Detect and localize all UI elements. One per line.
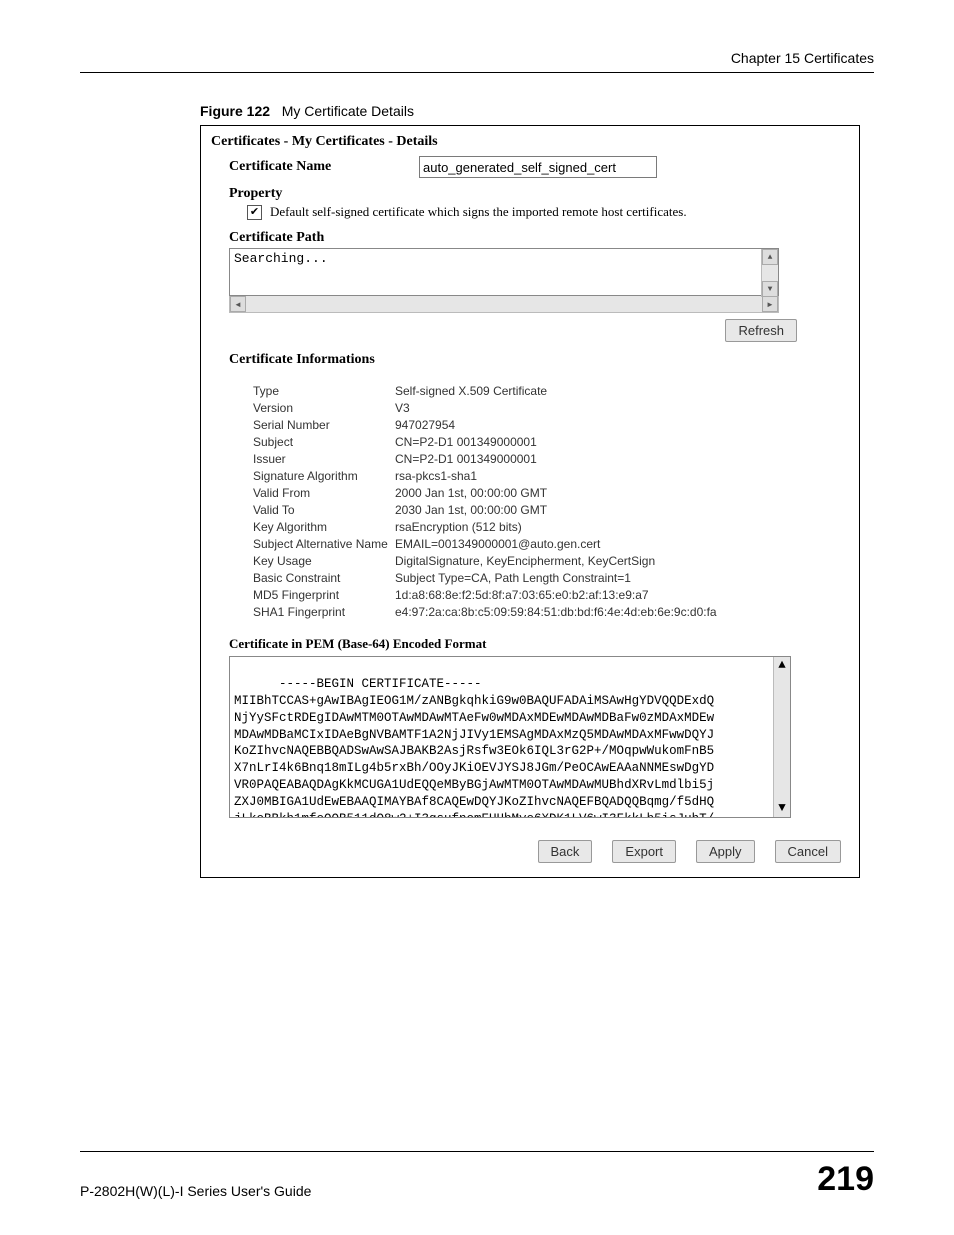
info-subject-value: CN=P2-D1 001349000001 bbox=[395, 435, 717, 450]
info-validto-label: Valid To bbox=[253, 503, 393, 518]
scroll-down-icon[interactable]: ▼ bbox=[778, 800, 786, 817]
info-san-label: Subject Alternative Name bbox=[253, 537, 393, 552]
info-sigalg-label: Signature Algorithm bbox=[253, 469, 393, 484]
property-label: Property bbox=[229, 186, 849, 202]
footer-rule bbox=[80, 1151, 874, 1152]
header-rule bbox=[80, 72, 874, 73]
info-sigalg-value: rsa-pkcs1-sha1 bbox=[395, 469, 717, 484]
info-version-label: Version bbox=[253, 401, 393, 416]
page-number: 219 bbox=[817, 1160, 874, 1199]
info-validfrom-value: 2000 Jan 1st, 00:00:00 GMT bbox=[395, 486, 717, 501]
scroll-right-icon[interactable]: ► bbox=[762, 296, 778, 312]
info-md5-value: 1d:a8:68:8e:f2:5d:8f:a7:03:65:e0:b2:af:1… bbox=[395, 588, 717, 603]
info-type-label: Type bbox=[253, 384, 393, 399]
pem-vertical-scrollbar[interactable]: ▲ ▼ bbox=[773, 657, 790, 817]
figure-caption: Figure 122 My Certificate Details bbox=[200, 103, 874, 119]
certificate-info-table: TypeSelf-signed X.509 Certificate Versio… bbox=[251, 382, 719, 622]
certificate-info-label: Certificate Informations bbox=[229, 352, 849, 368]
figure-number: Figure 122 bbox=[200, 103, 270, 119]
info-sha1-label: SHA1 Fingerprint bbox=[253, 605, 393, 620]
scroll-up-icon[interactable]: ▲ bbox=[762, 249, 778, 265]
window-title: Certificates - My Certificates - Details bbox=[211, 134, 849, 150]
chapter-title: Chapter 15 Certificates bbox=[80, 50, 874, 66]
footer-guide-title: P-2802H(W)(L)-I Series User's Guide bbox=[80, 1183, 311, 1199]
path-vertical-scrollbar[interactable]: ▲ ▼ bbox=[761, 249, 778, 297]
refresh-button[interactable]: Refresh bbox=[725, 319, 797, 342]
default-cert-checkbox[interactable]: ✔ bbox=[247, 205, 262, 220]
info-serial-value: 947027954 bbox=[395, 418, 717, 433]
apply-button[interactable]: Apply bbox=[696, 840, 755, 863]
info-san-value: EMAIL=001349000001@auto.gen.cert bbox=[395, 537, 717, 552]
back-button[interactable]: Back bbox=[538, 840, 593, 863]
certificate-name-input[interactable] bbox=[419, 156, 657, 178]
info-version-value: V3 bbox=[395, 401, 717, 416]
scroll-up-icon[interactable]: ▲ bbox=[778, 657, 786, 674]
info-validto-value: 2030 Jan 1st, 00:00:00 GMT bbox=[395, 503, 717, 518]
certificate-details-window: Certificates - My Certificates - Details… bbox=[200, 125, 860, 878]
info-keyusage-value: DigitalSignature, KeyEncipherment, KeyCe… bbox=[395, 554, 717, 569]
certificate-path-area[interactable]: Searching... ▲ ▼ bbox=[229, 248, 779, 296]
figure-title: My Certificate Details bbox=[282, 103, 414, 119]
info-keyusage-label: Key Usage bbox=[253, 554, 393, 569]
info-keyalg-label: Key Algorithm bbox=[253, 520, 393, 535]
info-serial-label: Serial Number bbox=[253, 418, 393, 433]
scroll-down-icon[interactable]: ▼ bbox=[762, 281, 778, 297]
info-subject-label: Subject bbox=[253, 435, 393, 450]
info-issuer-value: CN=P2-D1 001349000001 bbox=[395, 452, 717, 467]
info-basic-value: Subject Type=CA, Path Length Constraint=… bbox=[395, 571, 717, 586]
info-issuer-label: Issuer bbox=[253, 452, 393, 467]
info-type-value: Self-signed X.509 Certificate bbox=[395, 384, 717, 399]
info-basic-label: Basic Constraint bbox=[253, 571, 393, 586]
info-md5-label: MD5 Fingerprint bbox=[253, 588, 393, 603]
scroll-left-icon[interactable]: ◄ bbox=[230, 296, 246, 312]
cancel-button[interactable]: Cancel bbox=[775, 840, 841, 863]
pem-textarea[interactable]: -----BEGIN CERTIFICATE----- MIIBhTCCAS+g… bbox=[229, 656, 791, 818]
certificate-path-content: Searching... bbox=[234, 251, 328, 266]
pem-format-label: Certificate in PEM (Base-64) Encoded For… bbox=[229, 636, 849, 652]
info-keyalg-value: rsaEncryption (512 bits) bbox=[395, 520, 717, 535]
certificate-name-label: Certificate Name bbox=[229, 159, 419, 175]
path-horizontal-scrollbar[interactable]: ◄ ► bbox=[229, 296, 779, 313]
info-validfrom-label: Valid From bbox=[253, 486, 393, 501]
pem-content: -----BEGIN CERTIFICATE----- MIIBhTCCAS+g… bbox=[234, 677, 714, 818]
certificate-path-label: Certificate Path bbox=[229, 230, 849, 246]
default-cert-text: Default self-signed certificate which si… bbox=[270, 204, 687, 220]
export-button[interactable]: Export bbox=[612, 840, 676, 863]
info-sha1-value: e4:97:2a:ca:8b:c5:09:59:84:51:db:bd:f6:4… bbox=[395, 605, 717, 620]
